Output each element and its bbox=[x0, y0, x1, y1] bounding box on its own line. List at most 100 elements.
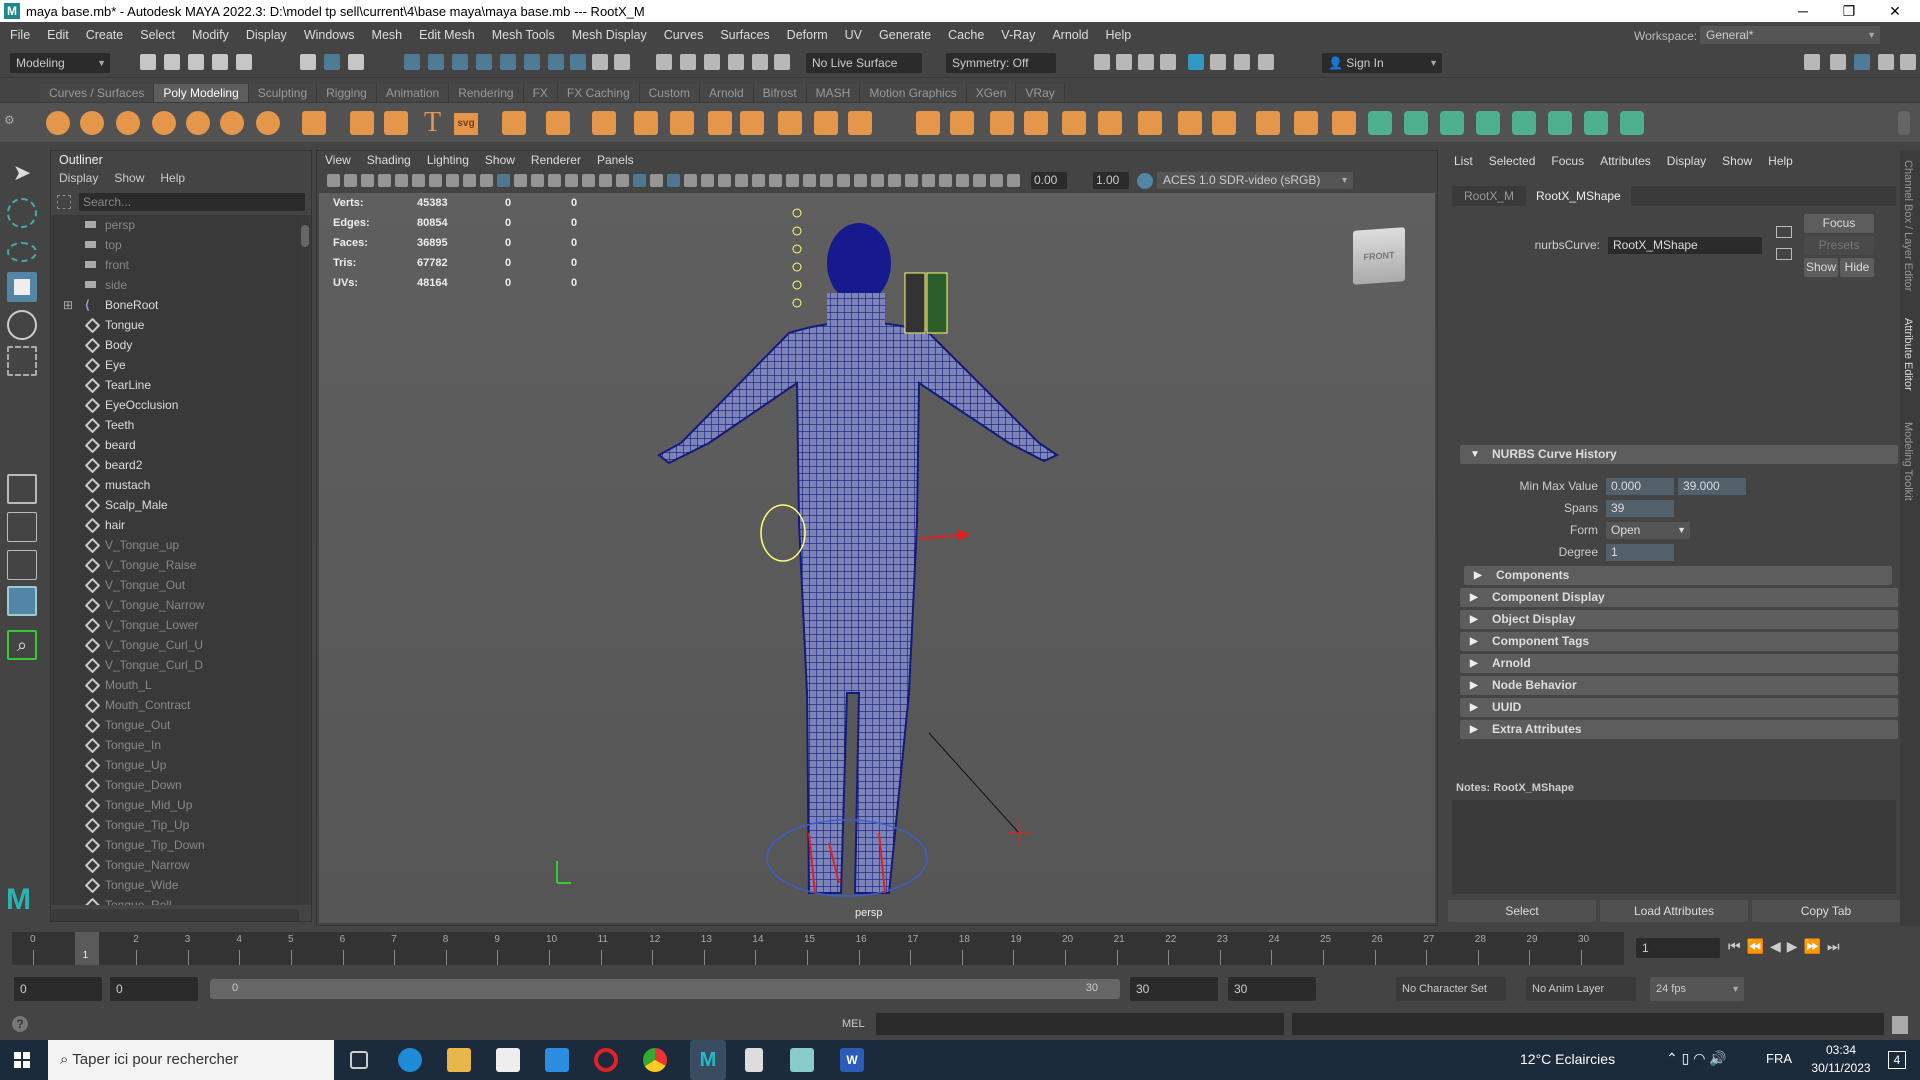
outliner-item[interactable]: Tongue bbox=[51, 315, 299, 335]
status-tool-icon[interactable] bbox=[428, 54, 444, 70]
script-language-label[interactable]: MEL bbox=[842, 1018, 865, 1030]
modeling-toolkit-tab[interactable]: Modeling Toolkit bbox=[1902, 422, 1914, 501]
copy-tab-button[interactable]: Copy Tab bbox=[1752, 900, 1900, 922]
single-view-icon[interactable] bbox=[7, 474, 37, 504]
menu-v-ray[interactable]: V-Ray bbox=[1001, 28, 1035, 42]
viewport-menu-lighting[interactable]: Lighting bbox=[427, 153, 469, 167]
tab-rootx-mshape[interactable]: RootX_MShape bbox=[1526, 186, 1631, 206]
attr-menu-selected[interactable]: Selected bbox=[1489, 154, 1536, 168]
shelf-tool-icon[interactable] bbox=[152, 111, 176, 135]
select-button[interactable]: Select bbox=[1448, 900, 1596, 922]
shelf-tool-icon[interactable] bbox=[778, 111, 802, 135]
shelf-tool-icon[interactable] bbox=[302, 111, 326, 135]
shelf-tool-icon[interactable] bbox=[1138, 111, 1162, 135]
status-tool-icon[interactable] bbox=[164, 54, 180, 70]
shelf-tab-animation[interactable]: Animation bbox=[376, 84, 450, 102]
viewport-tool-icon[interactable] bbox=[956, 174, 969, 187]
menu-modify[interactable]: Modify bbox=[192, 28, 229, 42]
status-tool-icon[interactable] bbox=[680, 54, 696, 70]
min-value-field[interactable]: 0.000 bbox=[1606, 478, 1674, 495]
menu-mesh[interactable]: Mesh bbox=[372, 28, 403, 42]
move-tool-icon[interactable] bbox=[7, 272, 37, 302]
color-space-dropdown[interactable]: ACES 1.0 SDR-video (sRGB) ▼ bbox=[1157, 172, 1353, 189]
outliner-item[interactable]: Tongue_Out bbox=[51, 715, 299, 735]
scene-end-field[interactable]: 30 bbox=[1228, 977, 1316, 1001]
status-tool-icon[interactable] bbox=[140, 54, 156, 70]
outliner-item[interactable]: V_Tongue_Lower bbox=[51, 615, 299, 635]
viewport-tool-icon[interactable] bbox=[684, 174, 697, 187]
section-nurbs-curve-history[interactable]: ▼ NURBS Curve History bbox=[1460, 445, 1898, 464]
status-tool-icon[interactable] bbox=[1138, 54, 1154, 70]
shelf-tab-xgen[interactable]: XGen bbox=[966, 84, 1017, 102]
status-tool-icon[interactable] bbox=[476, 54, 492, 70]
outliner-item[interactable]: persp bbox=[51, 215, 299, 235]
shelf-tool-icon[interactable] bbox=[990, 111, 1014, 135]
notifications-icon[interactable]: 4 bbox=[1888, 1051, 1906, 1069]
status-tool-icon[interactable] bbox=[592, 54, 608, 70]
status-tool-icon[interactable] bbox=[404, 54, 420, 70]
status-tool-icon[interactable] bbox=[1160, 54, 1176, 70]
viewport-menu-shading[interactable]: Shading bbox=[367, 153, 411, 167]
shelf-tool-icon[interactable] bbox=[350, 111, 374, 135]
outliner-item[interactable]: Tongue_In bbox=[51, 735, 299, 755]
shelf-tool-icon[interactable] bbox=[1024, 111, 1048, 135]
outliner-item[interactable]: V_Tongue_Curl_D bbox=[51, 655, 299, 675]
load-node-icon[interactable] bbox=[1776, 226, 1792, 238]
outliner-item[interactable]: Tongue_Wide bbox=[51, 875, 299, 895]
viewport-tool-icon[interactable] bbox=[718, 174, 731, 187]
menu-create[interactable]: Create bbox=[86, 28, 124, 42]
shelf-uv-tool-icon[interactable] bbox=[1512, 111, 1536, 135]
svg-tool-icon[interactable]: svg bbox=[454, 113, 478, 135]
chrome-icon[interactable] bbox=[643, 1048, 667, 1072]
workspace-dropdown[interactable]: General* ▼ bbox=[1700, 26, 1880, 44]
search-icon[interactable]: ⌕ bbox=[7, 630, 37, 660]
viewport-tool-icon[interactable] bbox=[361, 174, 374, 187]
status-tool-icon[interactable] bbox=[324, 54, 340, 70]
help-icon[interactable]: ? bbox=[12, 1016, 28, 1032]
shelf-uv-tool-icon[interactable] bbox=[1620, 111, 1644, 135]
shelf-tool-icon[interactable] bbox=[220, 111, 244, 135]
shelf-scroll-icon[interactable] bbox=[1898, 111, 1910, 135]
playback-end-field[interactable]: 30 bbox=[1130, 977, 1218, 1001]
clock-date[interactable]: 30/11/2023 bbox=[1806, 1061, 1876, 1075]
outliner-item[interactable]: Tongue_Up bbox=[51, 755, 299, 775]
outliner-item[interactable]: Body bbox=[51, 335, 299, 355]
notes-textarea[interactable] bbox=[1452, 800, 1896, 894]
two-view-icon[interactable] bbox=[7, 550, 37, 580]
status-tool-icon[interactable] bbox=[188, 54, 204, 70]
script-editor-icon[interactable] bbox=[1892, 1016, 1908, 1034]
scale-tool-icon[interactable] bbox=[7, 346, 37, 376]
shelf-gear-icon[interactable]: ⚙ bbox=[4, 113, 18, 133]
outliner-item[interactable]: Tongue_Down bbox=[51, 775, 299, 795]
shelf-tool-icon[interactable] bbox=[848, 111, 872, 135]
section-node-behavior[interactable]: ▶ Node Behavior bbox=[1460, 676, 1898, 695]
taskbar-search-box[interactable]: ⌕ Taper ici pour rechercher bbox=[48, 1040, 334, 1080]
status-tool-icon[interactable] bbox=[1188, 54, 1204, 70]
current-frame-field[interactable]: 1 bbox=[1636, 938, 1720, 958]
shelf-tool-icon[interactable] bbox=[740, 111, 764, 135]
viewport-tool-icon[interactable] bbox=[616, 174, 629, 187]
status-tool-icon[interactable] bbox=[728, 54, 744, 70]
status-tool-icon[interactable] bbox=[1878, 54, 1894, 70]
viewport-tool-icon[interactable] bbox=[378, 174, 391, 187]
outliner-item[interactable]: Teeth bbox=[51, 415, 299, 435]
shelf-tool-icon[interactable] bbox=[670, 111, 694, 135]
rotate-tool-icon[interactable] bbox=[7, 310, 37, 340]
status-tool-icon[interactable] bbox=[500, 54, 516, 70]
outliner-item[interactable]: Tongue_Narrow bbox=[51, 855, 299, 875]
type-tool-icon[interactable]: T bbox=[424, 107, 441, 139]
fps-dropdown[interactable]: 24 fps ▼ bbox=[1650, 977, 1744, 1001]
outliner-item[interactable]: V_Tongue_Raise bbox=[51, 555, 299, 575]
outliner-horizontal-scrollbar[interactable] bbox=[51, 909, 299, 921]
shelf-tab-fx[interactable]: FX bbox=[523, 84, 558, 102]
status-tool-icon[interactable] bbox=[548, 54, 564, 70]
shelf-tool-icon[interactable] bbox=[1062, 111, 1086, 135]
status-tool-icon[interactable] bbox=[524, 54, 540, 70]
form-dropdown[interactable]: Open ▼ bbox=[1606, 522, 1690, 539]
outliner-item[interactable]: beard bbox=[51, 435, 299, 455]
lasso-tool-icon[interactable] bbox=[7, 198, 37, 228]
store-icon[interactable] bbox=[496, 1048, 520, 1072]
viewport-tool-icon[interactable] bbox=[888, 174, 901, 187]
tab-rootx-m[interactable]: RootX_M bbox=[1454, 186, 1524, 206]
outliner-item[interactable]: Eye bbox=[51, 355, 299, 375]
